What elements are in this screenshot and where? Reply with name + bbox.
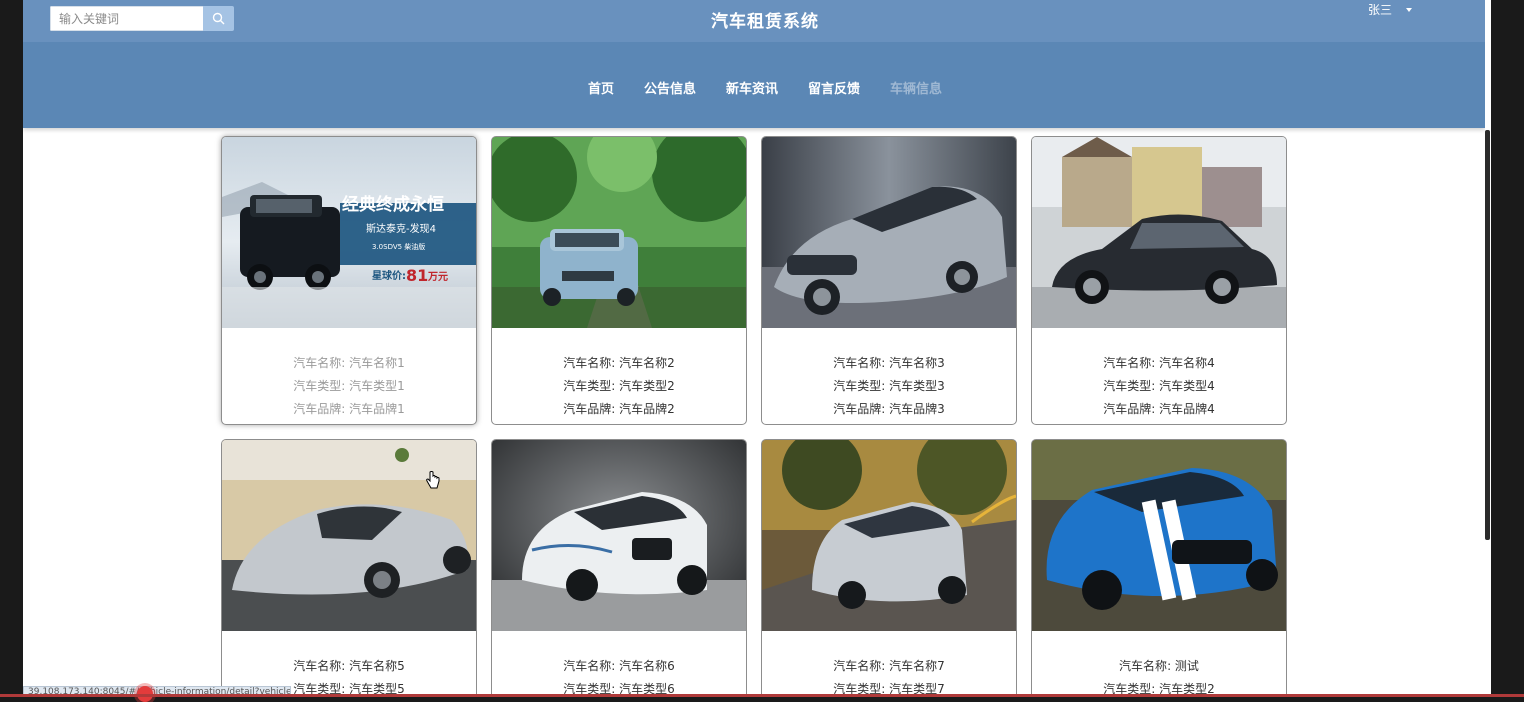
banner-model: 斯达泰克-发现4	[366, 222, 436, 235]
header: 汽车租赁系统 张三 首页 公告信息 新车资讯 留言反馈 车辆信息	[23, 0, 1485, 128]
vehicle-info: 汽车名称: 汽车名称4 汽车类型: 汽车类型4 汽车品牌: 汽车品牌4	[1032, 328, 1286, 421]
vehicle-type-row: 汽车类型: 汽车类型2	[563, 379, 675, 393]
vehicle-type-row: 汽车类型: 汽车类型1	[293, 379, 405, 393]
vehicle-brand-row: 汽车品牌: 汽车品牌1	[293, 402, 405, 416]
nav-new-car-news[interactable]: 新车资讯	[726, 78, 778, 97]
user-name: 张三	[1368, 3, 1393, 17]
vehicle-card[interactable]: 汽车名称: 汽车名称2 汽车类型: 汽车类型2 汽车品牌: 汽车品牌2	[491, 136, 747, 425]
vehicle-card[interactable]: 汽车名称: 汽车名称4 汽车类型: 汽车类型4 汽车品牌: 汽车品牌4	[1031, 136, 1287, 425]
vehicle-brand: 汽车品牌2	[619, 402, 675, 416]
vehicle-info: 汽车名称: 汽车名称3 汽车类型: 汽车类型3 汽车品牌: 汽车品牌3	[762, 328, 1016, 421]
page: 汽车租赁系统 张三 首页 公告信息 新车资讯 留言反馈 车辆信息 经典终成永恒 …	[23, 0, 1485, 697]
vehicle-name-row: 汽车名称: 汽车名称7	[833, 659, 945, 673]
vehicle-brand: 汽车品牌3	[889, 402, 945, 416]
vehicle-name: 汽车名称6	[619, 659, 675, 673]
vehicle-name: 汽车名称4	[1159, 356, 1215, 370]
banner-spec: 3.0SDV5 柴油版	[372, 242, 425, 251]
vehicle-name-row: 汽车名称: 汽车名称6	[563, 659, 675, 673]
vehicle-name-row: 汽车名称: 汽车名称5	[293, 659, 405, 673]
nav-home[interactable]: 首页	[588, 78, 614, 97]
vehicle-name-row: 汽车名称: 测试	[1119, 659, 1199, 673]
vehicle-name: 汽车名称1	[349, 356, 405, 370]
vehicle-brand-row: 汽车品牌: 汽车品牌4	[1103, 402, 1215, 416]
banner-price-label: 星球价:	[372, 269, 406, 282]
scrollbar-thumb[interactable]	[1485, 130, 1490, 540]
vehicle-image	[492, 440, 746, 631]
vehicle-info: 汽车名称: 汽车名称6 汽车类型: 汽车类型6	[492, 631, 746, 697]
hand-cursor-icon	[426, 471, 440, 489]
banner-price-unit: 万元	[427, 271, 448, 283]
vehicle-name-row: 汽车名称: 汽车名称2	[563, 356, 675, 370]
vehicle-image	[492, 137, 746, 328]
nav-feedback[interactable]: 留言反馈	[808, 78, 860, 97]
vehicle-type: 汽车类型4	[1159, 379, 1215, 393]
vehicle-info: 汽车名称: 汽车名称1 汽车类型: 汽车类型1 汽车品牌: 汽车品牌1	[222, 328, 476, 421]
vehicle-name: 汽车名称5	[349, 659, 405, 673]
vehicle-name: 汽车名称3	[889, 356, 945, 370]
vehicle-type: 汽车类型2	[619, 379, 675, 393]
vehicle-card[interactable]: 汽车名称: 测试 汽车类型: 汽车类型2	[1031, 439, 1287, 697]
vehicle-image	[1032, 440, 1286, 631]
vehicle-card[interactable]: 经典终成永恒 斯达泰克-发现4 3.0SDV5 柴油版 星球价: 81 万元 汽…	[221, 136, 477, 425]
vehicle-type-row: 汽车类型: 汽车类型4	[1103, 379, 1215, 393]
vehicle-image: 经典终成永恒 斯达泰克-发现4 3.0SDV5 柴油版 星球价: 81 万元	[222, 137, 476, 328]
vehicle-brand: 汽车品牌1	[349, 402, 405, 416]
vehicle-name: 测试	[1174, 659, 1199, 673]
banner-title: 经典终成永恒	[342, 194, 444, 215]
user-menu[interactable]: 张三	[1368, 1, 1413, 18]
vehicle-info: 汽车名称: 测试 汽车类型: 汽车类型2	[1032, 631, 1286, 697]
vehicle-card[interactable]: 汽车名称: 汽车名称6 汽车类型: 汽车类型6	[491, 439, 747, 697]
vehicle-info: 汽车名称: 汽车名称7 汽车类型: 汽车类型7	[762, 631, 1016, 697]
vehicle-card[interactable]: 汽车名称: 汽车名称7 汽车类型: 汽车类型7	[761, 439, 1017, 697]
vehicle-card[interactable]: 汽车名称: 汽车名称3 汽车类型: 汽车类型3 汽车品牌: 汽车品牌3	[761, 136, 1017, 425]
nav-announcements[interactable]: 公告信息	[644, 78, 696, 97]
banner-price: 81	[406, 266, 428, 285]
vehicle-name: 汽车名称7	[889, 659, 945, 673]
vehicle-type-row: 汽车类型: 汽车类型3	[833, 379, 945, 393]
vehicle-info: 汽车名称: 汽车名称2 汽车类型: 汽车类型2 汽车品牌: 汽车品牌2	[492, 328, 746, 421]
vehicle-name-row: 汽车名称: 汽车名称1	[293, 356, 405, 370]
chevron-down-icon	[1406, 7, 1413, 12]
vehicle-image	[222, 440, 476, 631]
vehicle-grid: 经典终成永恒 斯达泰克-发现4 3.0SDV5 柴油版 星球价: 81 万元 汽…	[221, 136, 1291, 697]
nav-vehicle-info[interactable]: 车辆信息	[890, 78, 942, 97]
site-title: 汽车租赁系统	[711, 12, 819, 32]
vehicle-type: 汽车类型3	[889, 379, 945, 393]
vehicle-image	[762, 440, 1016, 631]
vehicle-brand: 汽车品牌4	[1159, 402, 1215, 416]
main-nav: 首页 公告信息 新车资讯 留言反馈 车辆信息	[23, 78, 1485, 97]
vehicle-name-row: 汽车名称: 汽车名称3	[833, 356, 945, 370]
vehicle-name: 汽车名称2	[619, 356, 675, 370]
vehicle-type: 汽车类型1	[349, 379, 405, 393]
vehicle-name-row: 汽车名称: 汽车名称4	[1103, 356, 1215, 370]
vehicle-image	[762, 137, 1016, 328]
vehicle-brand-row: 汽车品牌: 汽车品牌3	[833, 402, 945, 416]
vehicle-image	[1032, 137, 1286, 328]
vehicle-brand-row: 汽车品牌: 汽车品牌2	[563, 402, 675, 416]
